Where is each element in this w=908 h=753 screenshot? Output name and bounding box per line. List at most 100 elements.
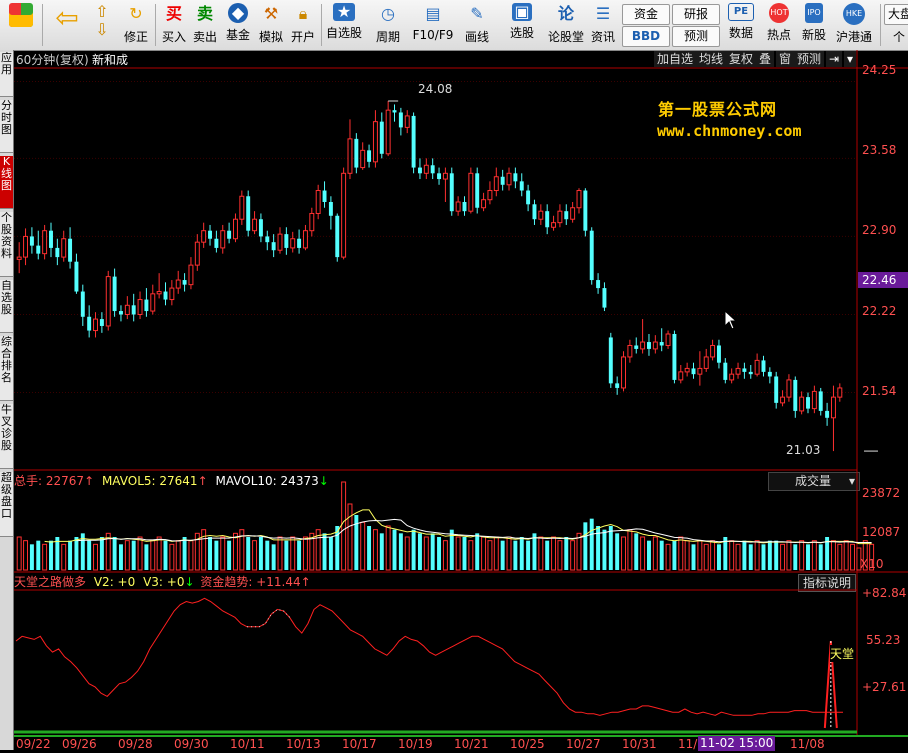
overlay-button[interactable]: 叠: [756, 51, 775, 67]
candle-body: [442, 172, 448, 180]
volume-bar: [761, 544, 766, 570]
candle-body: [767, 371, 772, 377]
volume-bar: [786, 540, 792, 571]
volume-bar: [322, 533, 327, 570]
add-watchlist-button[interactable]: 加自选: [654, 51, 697, 67]
volume-bar: [239, 529, 245, 571]
candle-body: [220, 230, 226, 249]
candle-body: [61, 238, 67, 258]
tab-level2[interactable]: 超级盘口: [0, 472, 13, 537]
candle-body: [144, 299, 149, 312]
volume-bar: [652, 536, 658, 571]
volume-bar: [538, 536, 544, 571]
mavol10-value: 24373: [280, 474, 319, 488]
volume-bar: [589, 518, 594, 570]
research-button[interactable]: 研报: [672, 4, 720, 25]
candle-body: [182, 280, 187, 285]
predict-button[interactable]: 预测: [794, 51, 825, 67]
mavol10-line: [76, 518, 872, 544]
candle-body: [621, 356, 626, 389]
candle-body: [302, 230, 308, 249]
tab-stock-profile[interactable]: 个股资料: [0, 212, 13, 277]
candle-body: [589, 230, 594, 281]
candle-body: [271, 242, 276, 251]
draw-line-button[interactable]: ✎ 画线: [458, 3, 496, 47]
volume-bar: [500, 540, 505, 570]
hk-connect-button[interactable]: HKE 沪港通: [832, 3, 876, 47]
collapse-icon[interactable]: ⇥: [826, 51, 843, 67]
watchlist-button[interactable]: ★ 自选股: [324, 3, 364, 47]
candle-body: [608, 337, 613, 384]
candle-body: [780, 396, 786, 404]
market-button[interactable]: 大盘: [884, 4, 908, 25]
candle-body: [659, 342, 664, 346]
down-arrow-icon: ⇩: [95, 20, 109, 39]
volume-bar: [475, 533, 480, 570]
tab-apps[interactable]: 应用: [0, 52, 13, 97]
adjust-button[interactable]: 复权: [726, 51, 757, 67]
page-up-button[interactable]: ⇧ ⇩: [90, 3, 114, 47]
volume-bar: [112, 537, 117, 570]
period-title: 60分钟(复权): [16, 53, 89, 67]
indicator-explain-button[interactable]: 指标说明: [798, 574, 856, 592]
more-button[interactable]: 个: [884, 28, 908, 48]
volume-unit: X10: [860, 557, 884, 571]
buy-icon: 买: [165, 4, 182, 23]
volume-bar: [627, 529, 633, 571]
f10-label: F10/F9: [412, 28, 454, 42]
volume-bar: [265, 540, 270, 570]
period-button[interactable]: ◷ 周期: [368, 3, 408, 47]
bbd-button[interactable]: BBD: [622, 26, 670, 47]
candle-body: [716, 345, 721, 363]
open-account-button[interactable]: 🔒︎ 开户: [287, 3, 319, 47]
candle-body: [462, 202, 467, 212]
date-tick: 10/13: [286, 737, 321, 751]
hot-button[interactable]: HOT 热点: [762, 3, 796, 47]
capital-button[interactable]: 资金: [622, 4, 670, 25]
tab-intraday[interactable]: 分时图: [0, 100, 13, 153]
data-button[interactable]: PE 数据: [724, 3, 758, 47]
buy-label: 买入: [161, 30, 186, 44]
news-button[interactable]: ☰ 资讯: [588, 3, 618, 47]
candle-body: [87, 316, 92, 331]
candle-body: [398, 112, 403, 128]
window-button[interactable]: 窗: [776, 51, 795, 67]
fund-button[interactable]: ◆ 基金: [222, 3, 254, 47]
sell-label: 卖出: [192, 30, 217, 44]
ma-button[interactable]: 均线: [696, 51, 727, 67]
tab-diagnosis[interactable]: 牛叉诊股: [0, 404, 13, 469]
date-tick: 11/08: [790, 737, 825, 751]
chart-header: 60分钟(复权) 新和成 加自选 均线 复权 叠 窗 预测 ⇥ ▾: [14, 50, 908, 68]
candle-body: [42, 230, 48, 255]
stock-pick-button[interactable]: ▣ 选股: [502, 3, 542, 47]
volume-bar: [850, 543, 856, 571]
windows-button[interactable]: [4, 3, 38, 47]
volume-indicator-dropdown[interactable]: 成交量 ▾: [768, 472, 860, 491]
volume-bar: [36, 540, 41, 570]
candle-body: [837, 387, 843, 398]
date-tick: 10/19: [398, 737, 433, 751]
tab-watchlist[interactable]: 自选股: [0, 280, 13, 333]
volume-bar: [29, 544, 34, 570]
simulate-button[interactable]: ⚒ 模拟: [255, 3, 287, 47]
indicator-tick: +82.84: [862, 586, 907, 600]
back-button[interactable]: ⇦: [48, 3, 86, 47]
candle-body: [532, 204, 537, 220]
sell-button[interactable]: 卖 卖出: [190, 3, 220, 47]
forum-button[interactable]: 论 论股堂: [546, 3, 586, 47]
buy-button[interactable]: 买 买入: [159, 3, 189, 47]
cursor-date-tag: 11-02 15:00: [698, 736, 776, 751]
candle-body: [678, 371, 684, 381]
fix-button[interactable]: ↻ 修正: [120, 3, 152, 47]
clock-icon: ◷: [381, 4, 395, 23]
forecast-button[interactable]: 预测: [672, 26, 720, 47]
volume-bar: [246, 537, 251, 570]
ipo-button[interactable]: IPO 新股: [798, 3, 830, 47]
f10-button[interactable]: ▤ F10/F9: [410, 3, 456, 47]
date-tick: 09/22: [16, 737, 51, 751]
volume-bar: [551, 536, 557, 571]
dropdown-icon[interactable]: ▾: [844, 51, 857, 67]
tab-ranking[interactable]: 综合排名: [0, 336, 13, 401]
tab-kline[interactable]: K线图: [0, 156, 13, 209]
indicator-lines: [14, 597, 857, 734]
